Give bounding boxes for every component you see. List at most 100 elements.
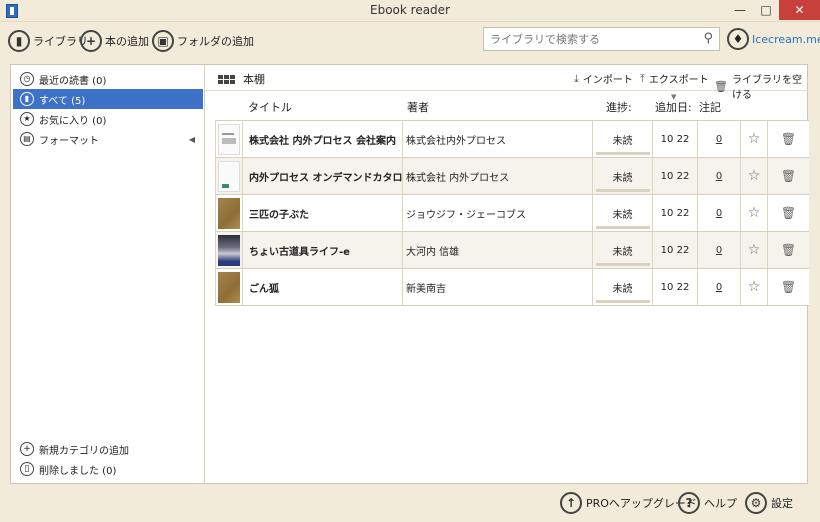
table-row[interactable]: ごん狐 新美南吉 未読 10 22 0 ☆ 🗑	[215, 269, 809, 306]
column-header-progress[interactable]: 進捗:	[606, 99, 632, 115]
sidebar-item-label: お気に入り (0)	[39, 115, 107, 127]
bookshelf-area: 本棚 ⤓ インポート ⤒ エクスポート 🗑 ライブラリを空ける タイトル 著者 …	[206, 65, 809, 483]
book-progress: 未読	[593, 269, 653, 305]
favorite-star-icon[interactable]: ☆	[741, 269, 768, 305]
book-author: 新美南吉	[403, 269, 593, 305]
library-button[interactable]: ▮ ライブラリ	[8, 28, 88, 54]
maximize-button[interactable]: □	[753, 0, 779, 20]
trash-icon: 🗑	[714, 79, 728, 93]
title-bar: Ebook reader — □ ✕	[0, 0, 820, 22]
delete-trash-icon[interactable]: 🗑	[768, 158, 809, 194]
delete-trash-icon[interactable]: 🗑	[768, 232, 809, 268]
grid-view-icon[interactable]	[218, 74, 235, 84]
column-header-author[interactable]: 著者	[407, 99, 429, 115]
import-button[interactable]: ⤓ インポート	[574, 71, 633, 87]
column-header-added[interactable]: 追加日:	[655, 99, 692, 115]
delete-trash-icon[interactable]: 🗑	[768, 195, 809, 231]
help-label: ヘルプ	[704, 497, 737, 510]
delete-trash-icon[interactable]: 🗑	[768, 121, 809, 157]
add-category-button[interactable]: + 新規カテゴリの追加	[13, 440, 203, 458]
book-icon: ▮	[20, 92, 34, 106]
plus-icon: +	[80, 30, 102, 52]
table-row[interactable]: 株式会社 内外プロセス 会社案内 株式会社内外プロセス 未読 10 22 0 ☆…	[215, 121, 809, 158]
expand-arrow-icon[interactable]: ◀	[189, 135, 195, 144]
gear-icon: ⚙	[745, 492, 767, 514]
shelf-title: 本棚	[218, 71, 265, 87]
search-box: ⚲	[483, 27, 720, 51]
sidebar-item-all[interactable]: ▮ すべて (5)	[13, 89, 203, 109]
book-table: 株式会社 内外プロセス 会社案内 株式会社内外プロセス 未読 10 22 0 ☆…	[215, 120, 809, 306]
book-added-date: 10 22	[653, 158, 698, 194]
import-label: インポート	[582, 75, 633, 86]
book-title: 内外プロセス オンデマンドカタログ	[243, 158, 403, 194]
book-notes-link[interactable]: 0	[698, 121, 741, 157]
shelf-toolbar: 本棚 ⤓ インポート ⤒ エクスポート 🗑 ライブラリを空ける	[206, 65, 808, 101]
clock-icon: ◷	[20, 72, 34, 86]
trash-icon: ▯	[20, 462, 34, 476]
favorite-star-icon[interactable]: ☆	[741, 232, 768, 268]
book-progress: 未読	[593, 232, 653, 268]
sidebar-item-label: すべて (5)	[39, 95, 86, 107]
window-title: Ebook reader	[370, 3, 450, 17]
book-notes-link[interactable]: 0	[698, 195, 741, 231]
book-author: 株式会社内外プロセス	[403, 121, 593, 157]
add-book-button[interactable]: + 本の追加	[80, 28, 149, 54]
sidebar-item-label: フォーマット	[39, 135, 99, 147]
arrow-up-icon: ↑	[560, 492, 582, 514]
export-button[interactable]: ⤒ エクスポート	[640, 71, 709, 87]
table-row[interactable]: 三匹の子ぶた ジョウジフ・ジェーコブス 未読 10 22 0 ☆ 🗑	[215, 195, 809, 232]
clear-library-button[interactable]: 🗑 ライブラリを空ける	[714, 71, 808, 101]
favorite-star-icon[interactable]: ☆	[741, 121, 768, 157]
help-button[interactable]: ? ヘルプ	[678, 491, 737, 515]
shelf-title-label: 本棚	[243, 73, 265, 86]
brand-label: Icecream.me	[752, 32, 820, 46]
search-icon[interactable]: ⚲	[703, 31, 713, 46]
search-input[interactable]	[490, 31, 690, 47]
clear-library-label: ライブラリを空ける	[731, 75, 802, 101]
add-folder-label: フォルダの追加	[177, 35, 254, 48]
sidebar-item-label: 最近の読書 (0)	[39, 75, 107, 87]
sidebar-item-deleted[interactable]: ▯ 削除しました (0)	[13, 460, 203, 478]
column-header-notes[interactable]: 注記	[699, 99, 721, 115]
upgrade-button[interactable]: ↑ PROへアップグレード	[560, 491, 697, 515]
add-folder-button[interactable]: ▣ フォルダの追加	[152, 28, 254, 54]
add-book-label: 本の追加	[105, 35, 149, 48]
book-progress: 未読	[593, 121, 653, 157]
brand-link[interactable]: ♦ Icecream.me	[727, 27, 820, 51]
book-cover	[215, 232, 243, 268]
settings-label: 設定	[771, 497, 793, 510]
book-added-date: 10 22	[653, 121, 698, 157]
column-header-title[interactable]: タイトル	[248, 99, 292, 115]
favorite-star-icon[interactable]: ☆	[741, 195, 768, 231]
sidebar-item-recent[interactable]: ◷ 最近の読書 (0)	[13, 69, 203, 89]
sidebar-item-favorites[interactable]: ★ お気に入り (0)	[13, 109, 203, 129]
book-title: 株式会社 内外プロセス 会社案内	[243, 121, 403, 157]
sidebar-item-format[interactable]: ▤ フォーマット ◀	[13, 129, 203, 149]
table-row[interactable]: ちょい古道具ライフ-e 大河内 信雄 未読 10 22 0 ☆ 🗑	[215, 232, 809, 269]
folder-add-icon: ▣	[152, 30, 174, 52]
icecream-logo-icon: ♦	[727, 28, 749, 50]
book-notes-link[interactable]: 0	[698, 269, 741, 305]
deleted-label: 削除しました (0)	[39, 465, 117, 477]
close-button[interactable]: ✕	[779, 0, 820, 20]
book-cover	[215, 121, 243, 157]
minimize-button[interactable]: —	[727, 0, 753, 20]
book-title: ごん狐	[243, 269, 403, 305]
book-progress: 未読	[593, 158, 653, 194]
book-author: 大河内 信雄	[403, 232, 593, 268]
table-row[interactable]: 内外プロセス オンデマンドカタログ 株式会社 内外プロセス 未読 10 22 0…	[215, 158, 809, 195]
book-notes-link[interactable]: 0	[698, 232, 741, 268]
book-cover	[215, 158, 243, 194]
export-label: エクスポート	[648, 75, 709, 86]
book-added-date: 10 22	[653, 195, 698, 231]
book-cover	[215, 195, 243, 231]
main-panel: ◷ 最近の読書 (0) ▮ すべて (5) ★ お気に入り (0) ▤ フォーマ…	[10, 64, 809, 484]
book-title: 三匹の子ぶた	[243, 195, 403, 231]
delete-trash-icon[interactable]: 🗑	[768, 269, 809, 305]
favorite-star-icon[interactable]: ☆	[741, 158, 768, 194]
format-icon: ▤	[20, 132, 34, 146]
book-notes-link[interactable]: 0	[698, 158, 741, 194]
star-icon: ★	[20, 112, 34, 126]
book-icon: ▮	[8, 30, 30, 52]
settings-button[interactable]: ⚙ 設定	[745, 491, 793, 515]
